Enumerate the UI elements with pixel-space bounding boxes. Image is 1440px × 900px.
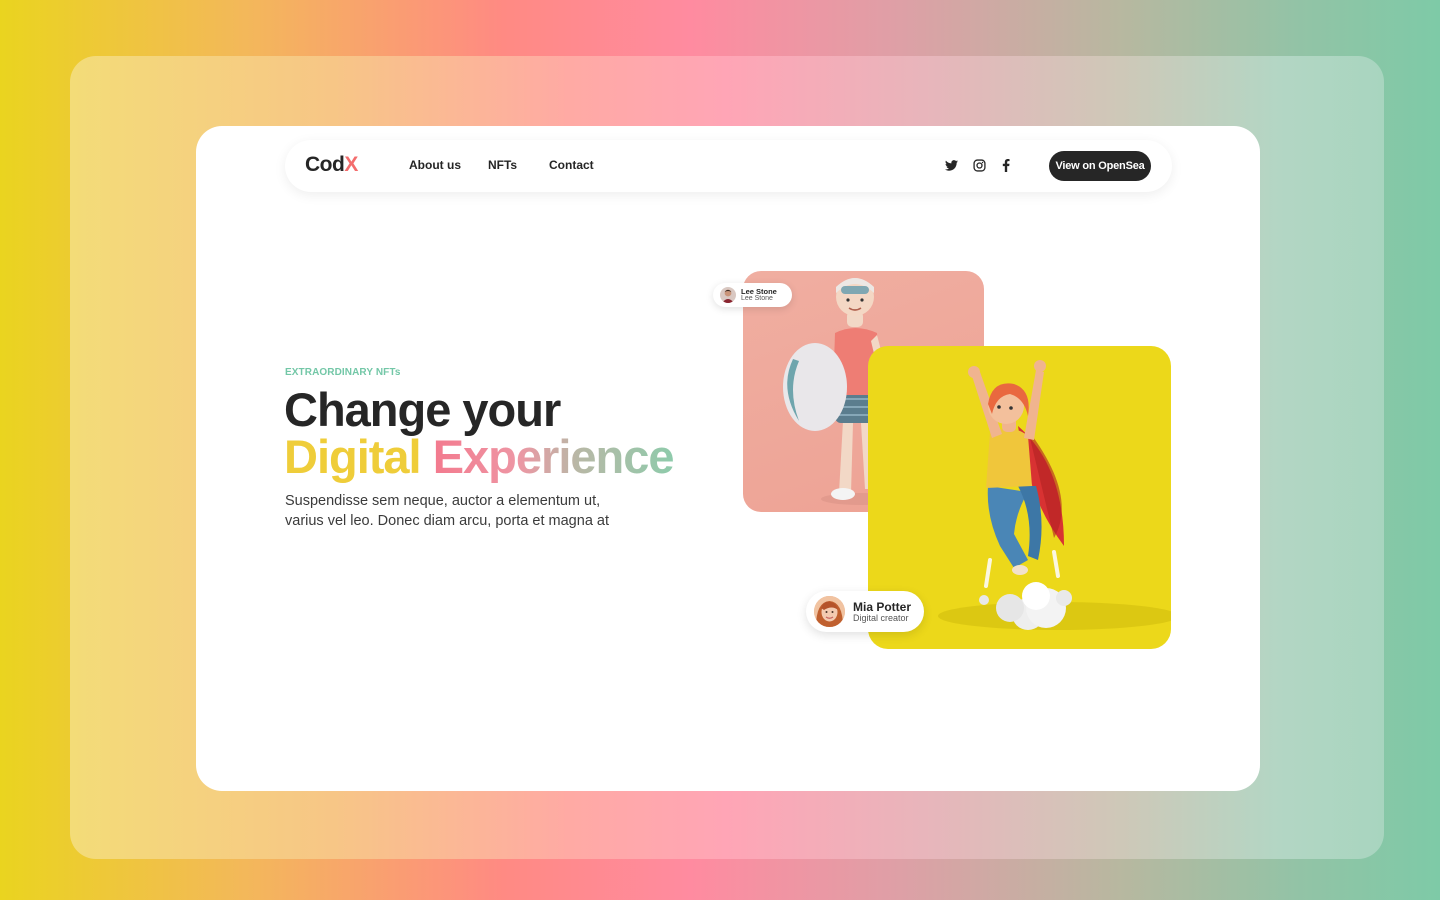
creator-badge-mia-potter[interactable]: Mia Potter Digital creator bbox=[806, 591, 924, 632]
nav-about-us[interactable]: About us bbox=[409, 158, 461, 172]
hero-title-line2: Digital Experience bbox=[284, 433, 674, 480]
hero-title-experience: Experience bbox=[432, 430, 675, 483]
logo-main: Cod bbox=[305, 153, 345, 176]
nav-nfts[interactable]: NFTs bbox=[488, 158, 517, 172]
hero-eyebrow: EXTRAORDINARY NFTs bbox=[285, 367, 401, 378]
avatar bbox=[814, 596, 845, 627]
creator-name: Mia Potter bbox=[853, 600, 912, 614]
codx-logo[interactable]: CodX bbox=[305, 153, 358, 177]
hero-description-line1: Suspendisse sem neque, auctor a elementu… bbox=[285, 493, 601, 509]
facebook-icon[interactable] bbox=[997, 156, 1015, 174]
hero-title-digital: Digital bbox=[284, 430, 422, 483]
hero-description: Suspendisse sem neque, auctor a elementu… bbox=[285, 491, 615, 531]
creator-role: Digital creator bbox=[853, 613, 909, 623]
view-on-opensea-button[interactable]: View on OpenSea bbox=[1049, 151, 1151, 181]
hero-title-line1: Change your bbox=[284, 383, 561, 436]
nav-contact[interactable]: Contact bbox=[549, 158, 594, 172]
creator-role: Lee Stone bbox=[741, 295, 773, 302]
top-navbar: CodX About us NFTs Contact View on OpenS… bbox=[285, 140, 1172, 192]
instagram-icon[interactable] bbox=[970, 156, 988, 174]
twitter-icon[interactable] bbox=[942, 156, 960, 174]
creator-badge-lee-stone[interactable]: Lee Stone Lee Stone bbox=[713, 283, 792, 307]
hero-description-line2: varius vel leo. Donec diam arcu, porta e… bbox=[285, 513, 609, 529]
logo-accent: X bbox=[344, 153, 358, 176]
avatar bbox=[720, 287, 736, 303]
